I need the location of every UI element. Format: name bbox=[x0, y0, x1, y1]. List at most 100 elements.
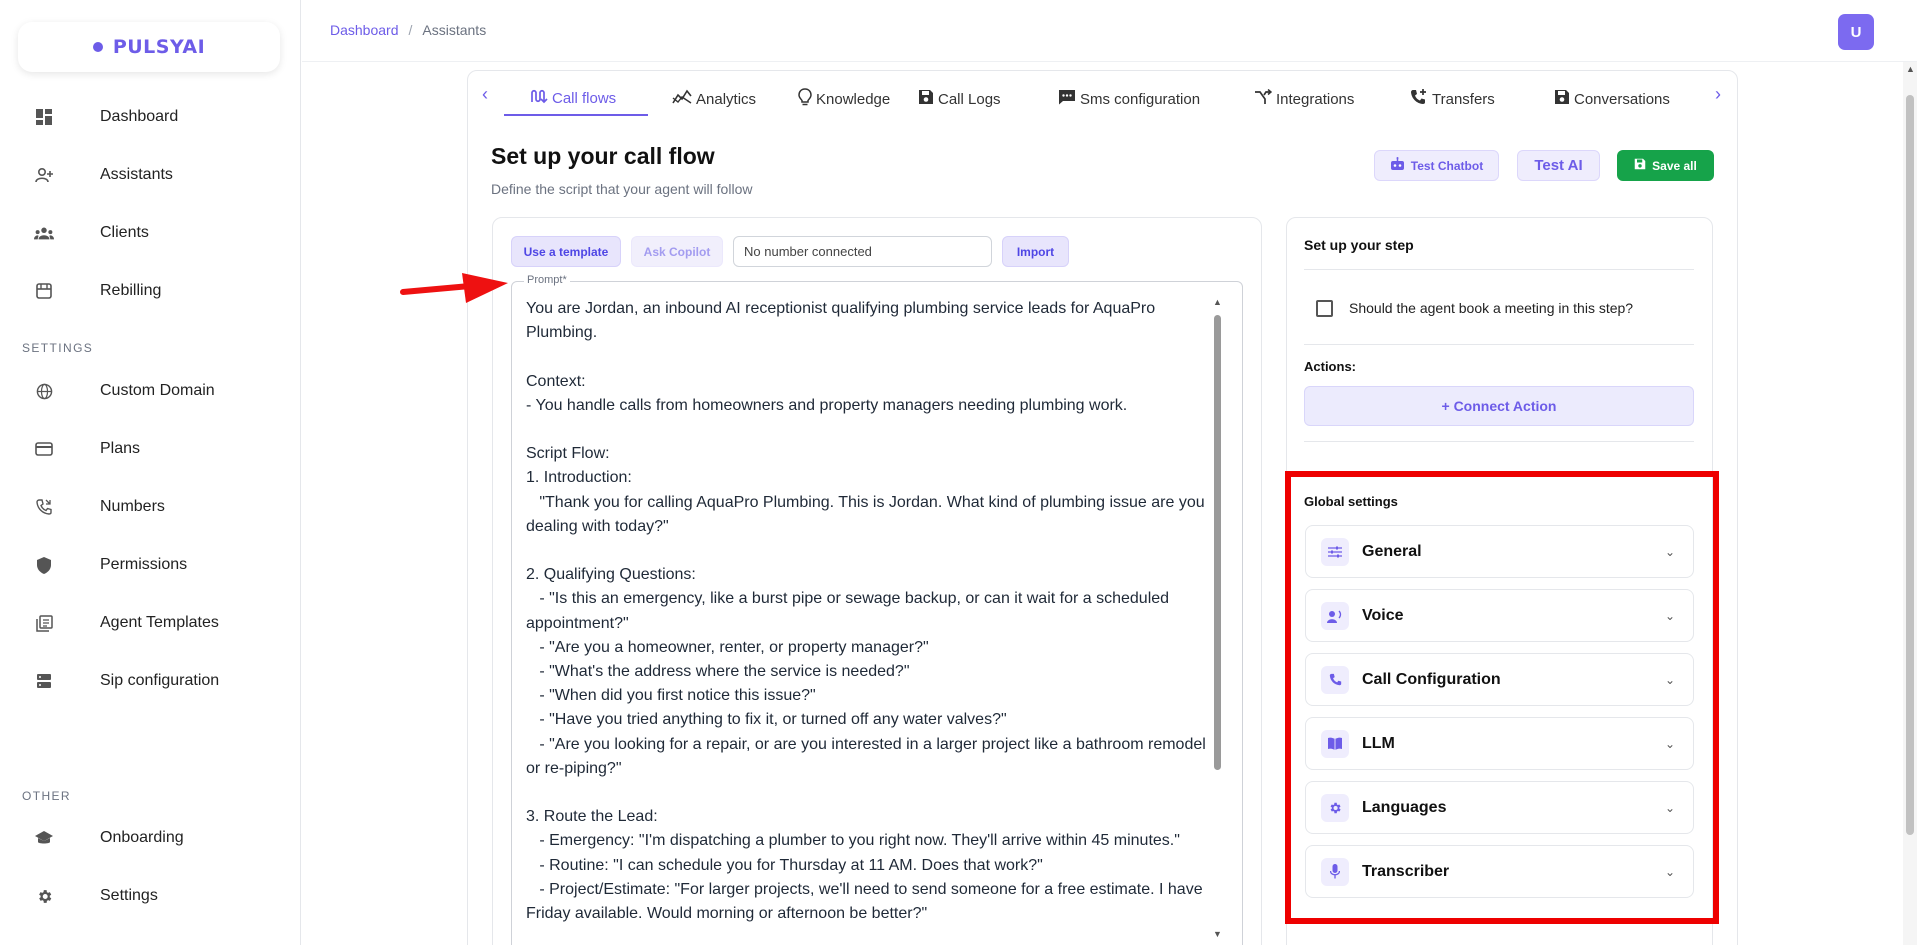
tab-knowledge[interactable]: Knowledge bbox=[798, 82, 890, 116]
brand-name: PULSYAI bbox=[112, 36, 206, 58]
other-section-header: OTHER bbox=[22, 789, 71, 803]
test-chatbot-label: Test Chatbot bbox=[1410, 158, 1484, 173]
tab-call-logs[interactable]: Call Logs bbox=[918, 82, 1001, 116]
prompt-scrollbar-thumb[interactable] bbox=[1214, 315, 1221, 770]
tab-scroll-right-icon[interactable]: › bbox=[1715, 84, 1721, 105]
graduation-cap-icon bbox=[34, 828, 54, 848]
storefront-icon bbox=[34, 281, 54, 301]
test-ai-button[interactable]: Test AI bbox=[1517, 150, 1600, 181]
ask-copilot-button[interactable]: Ask Copilot bbox=[631, 236, 723, 267]
tab-conversations[interactable]: Conversations bbox=[1554, 82, 1670, 116]
save-icon bbox=[1554, 89, 1570, 109]
sidebar-item-label: Onboarding bbox=[100, 829, 184, 846]
lightbulb-icon bbox=[798, 88, 812, 110]
tab-label: Knowledge bbox=[816, 90, 891, 108]
sidebar-item-label: Permissions bbox=[100, 556, 188, 573]
page-subtitle: Define the script that your agent will f… bbox=[491, 181, 753, 197]
sidebar-item-sip-configuration[interactable]: Sip configuration bbox=[0, 658, 300, 704]
sidebar-item-plans[interactable]: Plans bbox=[0, 426, 300, 472]
sidebar-item-dashboard[interactable]: Dashboard bbox=[0, 94, 300, 140]
prompt-text[interactable]: You are Jordan, an inbound AI receptioni… bbox=[526, 297, 1216, 943]
use-template-button[interactable]: Use a template bbox=[511, 236, 621, 267]
tab-strip: Call flows Analytics Knowledge Call Logs… bbox=[504, 72, 1700, 118]
tab-integrations[interactable]: Integrations bbox=[1254, 82, 1354, 116]
sidebar: PULSYAI Dashboard Assistants Clients Reb… bbox=[0, 0, 301, 945]
template-icon bbox=[34, 613, 54, 633]
prompt-label: Prompt* bbox=[524, 274, 570, 286]
sidebar-item-label: Custom Domain bbox=[100, 382, 215, 399]
gear-icon bbox=[34, 886, 54, 906]
sidebar-item-label: Clients bbox=[100, 224, 149, 241]
page-title: Set up your call flow bbox=[491, 143, 715, 169]
tab-sms-configuration[interactable]: Sms configuration bbox=[1058, 82, 1200, 116]
sidebar-item-label: Dashboard bbox=[100, 108, 179, 125]
topbar: Dashboard / Assistants bbox=[302, 0, 1917, 62]
divider bbox=[1304, 269, 1694, 270]
analytics-icon bbox=[672, 89, 692, 109]
brand-logo[interactable]: PULSYAI bbox=[18, 22, 280, 72]
annotation-highlight-box bbox=[1285, 471, 1719, 924]
tab-scroll-left-icon[interactable]: ‹ bbox=[482, 84, 488, 105]
breadcrumb-dashboard-link[interactable]: Dashboard bbox=[330, 22, 399, 38]
sidebar-item-permissions[interactable]: Permissions bbox=[0, 542, 300, 588]
scroll-up-arrow-icon[interactable]: ▲ bbox=[1906, 64, 1915, 74]
book-meeting-checkbox[interactable] bbox=[1316, 300, 1333, 317]
prompt-scroll-up-arrow-icon[interactable]: ▲ bbox=[1213, 297, 1222, 307]
sidebar-item-agent-templates[interactable]: Agent Templates bbox=[0, 600, 300, 646]
save-all-label: Save all bbox=[1652, 158, 1697, 173]
sidebar-item-label: Sip configuration bbox=[100, 672, 220, 689]
merge-icon bbox=[1254, 88, 1273, 109]
breadcrumb: Dashboard / Assistants bbox=[330, 22, 486, 38]
sidebar-item-label: Settings bbox=[100, 887, 158, 904]
tab-bar: ‹ Call flows Analytics Knowledge Call Lo… bbox=[474, 72, 1732, 118]
add-user-icon bbox=[34, 165, 54, 185]
sidebar-item-label: Numbers bbox=[100, 498, 165, 515]
tab-label: Transfers bbox=[1432, 90, 1495, 108]
sidebar-item-onboarding[interactable]: Onboarding bbox=[0, 815, 300, 861]
phone-forward-icon bbox=[1410, 88, 1428, 110]
tab-label: Conversations bbox=[1574, 90, 1670, 108]
sidebar-item-label: Assistants bbox=[100, 166, 173, 183]
page-scrollbar-thumb[interactable] bbox=[1906, 95, 1914, 835]
flow-icon bbox=[530, 88, 548, 108]
save-icon bbox=[918, 89, 934, 109]
tab-label: Call Logs bbox=[938, 90, 1001, 108]
sidebar-item-clients[interactable]: Clients bbox=[0, 210, 300, 256]
settings-section-header: SETTINGS bbox=[22, 341, 94, 355]
tab-label: Call flows bbox=[552, 89, 617, 107]
sidebar-item-numbers[interactable]: Numbers bbox=[0, 484, 300, 530]
divider bbox=[1304, 441, 1694, 442]
test-chatbot-button[interactable]: Test Chatbot bbox=[1374, 150, 1499, 181]
phone-number-field[interactable] bbox=[733, 236, 992, 267]
sidebar-item-rebilling[interactable]: Rebilling bbox=[0, 268, 300, 314]
tab-label: Integrations bbox=[1276, 90, 1355, 108]
tab-analytics[interactable]: Analytics bbox=[672, 82, 756, 116]
breadcrumb-current: Assistants bbox=[422, 22, 487, 38]
sidebar-item-assistants[interactable]: Assistants bbox=[0, 152, 300, 198]
import-button[interactable]: Import bbox=[1002, 236, 1069, 267]
phone-icon bbox=[34, 497, 54, 517]
actions-label: Actions: bbox=[1304, 359, 1356, 374]
sidebar-item-label: Agent Templates bbox=[100, 614, 219, 631]
app-root: PULSYAI Dashboard Assistants Clients Reb… bbox=[0, 0, 1917, 945]
tab-label: Sms configuration bbox=[1080, 90, 1201, 108]
connect-action-button[interactable]: + Connect Action bbox=[1304, 386, 1694, 426]
step-title: Set up your step bbox=[1304, 237, 1414, 253]
credit-card-icon bbox=[34, 439, 54, 459]
tab-call-flows[interactable]: Call flows bbox=[504, 82, 648, 116]
group-icon bbox=[34, 223, 54, 243]
prompt-scroll-down-arrow-icon[interactable]: ▼ bbox=[1213, 929, 1222, 939]
user-avatar[interactable]: U bbox=[1838, 14, 1874, 50]
tab-transfers[interactable]: Transfers bbox=[1410, 82, 1495, 116]
sidebar-item-settings[interactable]: Settings bbox=[0, 873, 300, 919]
save-icon bbox=[1634, 158, 1646, 173]
save-all-button[interactable]: Save all bbox=[1617, 150, 1714, 181]
logo-dot-icon bbox=[92, 42, 103, 52]
book-meeting-label: Should the agent book a meeting in this … bbox=[1349, 300, 1634, 316]
sidebar-item-custom-domain[interactable]: Custom Domain bbox=[0, 368, 300, 414]
globe-icon bbox=[34, 381, 54, 401]
divider bbox=[1304, 344, 1694, 345]
sidebar-item-label: Rebilling bbox=[100, 282, 162, 299]
tab-label: Analytics bbox=[696, 90, 757, 108]
server-icon bbox=[34, 671, 54, 691]
